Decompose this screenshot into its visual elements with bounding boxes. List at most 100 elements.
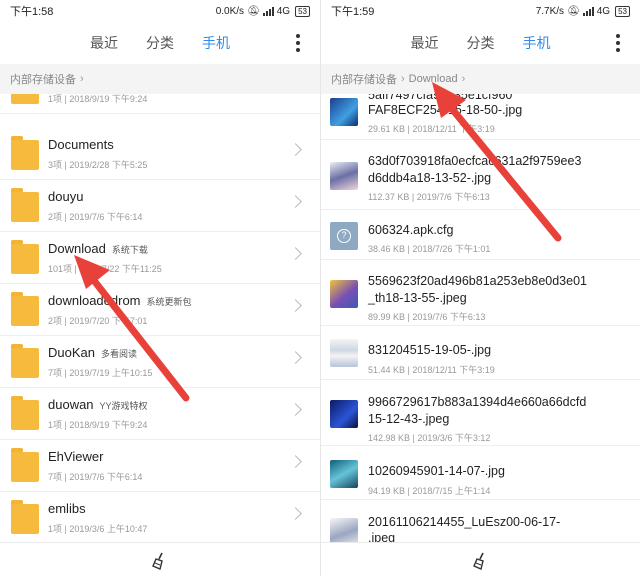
battery-icon: 53 <box>295 5 310 17</box>
list-item[interactable]: 20161106214455_LuEsz00-06-17- .jpeg <box>321 500 640 542</box>
chevron-right-icon <box>289 143 302 156</box>
top-tabs: 最近 分类 手机 <box>321 22 640 64</box>
status-indicators: 7.7K/s 🔕︎ 4G 53 <box>535 5 630 17</box>
tab-category[interactable]: 分类 <box>467 33 495 53</box>
chevron-right-icon <box>289 351 302 364</box>
breadcrumb: 内部存储设备 › Download › <box>321 64 640 94</box>
folder-icon <box>11 240 39 274</box>
folder-meta: 2项 | 2019/7/20 下午7:01 <box>48 316 148 326</box>
folder-name: Documents <box>48 137 114 152</box>
list-item[interactable]: EhViewer 7项 | 2019/7/6 下午6:14 <box>0 440 320 492</box>
bottom-toolbar <box>321 542 640 576</box>
more-icon[interactable] <box>616 34 620 52</box>
file-name-line1: 5aff7497cfa90d35e1cf960 <box>368 94 513 102</box>
folder-meta: 1项 | 2019/3/6 上午10:47 <box>48 524 148 534</box>
network-speed: 7.7K/s <box>535 5 565 17</box>
folder-meta: 101项 | 2019/7/22 下午11:25 <box>48 264 162 274</box>
left-phone-screen: 下午1:58 0.0K/s 🔕︎ 4G 53 最近 分类 手机 内部存储设备 ›… <box>0 0 320 576</box>
chevron-right-icon <box>289 247 302 260</box>
folder-icon <box>11 188 39 222</box>
file-meta: 38.46 KB | 2018/7/26 下午1:01 <box>368 244 491 254</box>
list-item[interactable]: 9966729617b883a1394d4e660a66dcfd 15-12-4… <box>321 380 640 446</box>
folder-name: EhViewer <box>48 449 104 464</box>
breadcrumb-item-internal-storage[interactable]: 内部存储设备 <box>10 71 76 87</box>
image-thumbnail <box>330 518 358 542</box>
breadcrumb-item-download[interactable]: Download <box>409 73 458 85</box>
status-bar: 下午1:58 0.0K/s 🔕︎ 4G 53 <box>0 0 320 22</box>
folder-name: Download 系统下载 <box>48 241 148 256</box>
file-meta: 89.99 KB | 2019/7/6 下午6:13 <box>368 312 486 322</box>
file-name-line1: 606324.apk.cfg <box>368 223 454 237</box>
image-thumbnail <box>330 400 358 428</box>
folder-icon <box>11 396 39 430</box>
chevron-right-icon: › <box>461 73 466 85</box>
file-name-line2: .jpeg <box>368 531 396 542</box>
broom-icon[interactable] <box>151 552 167 570</box>
file-name-line2: 15-12-43-.jpeg <box>368 412 450 426</box>
folder-icon <box>11 136 39 170</box>
file-list: 5aff7497cfa90d35e1cf960 FAF8ECF254-15-18… <box>321 94 640 542</box>
file-name-line1: 831204515-19-05-.jpg <box>368 343 492 357</box>
network-speed: 0.0K/s <box>215 5 245 17</box>
folder-icon <box>11 292 39 326</box>
folder-meta: 7项 | 2019/7/19 上午10:15 <box>48 368 153 378</box>
breadcrumb-item-internal-storage[interactable]: 内部存储设备 <box>331 71 397 87</box>
top-tabs: 最近 分类 手机 <box>0 22 320 64</box>
folder-tag: YY游戏特权 <box>99 401 148 411</box>
folder-name: downloadedrom 系统更新包 <box>48 293 192 308</box>
file-meta: 51.44 KB | 2018/12/11 下午3:19 <box>368 365 495 375</box>
list-item[interactable]: dcbest 1项 | 2018/9/19 下午9:24 <box>0 94 320 114</box>
list-item[interactable]: duowan YY游戏特权 1项 | 2018/9/19 下午9:24 <box>0 388 320 440</box>
list-item[interactable]: emlibs 1项 | 2019/3/6 上午10:47 <box>0 492 320 542</box>
file-name-line1: 9966729617b883a1394d4e660a66dcfd <box>368 395 587 409</box>
chevron-right-icon <box>289 455 302 468</box>
list-item[interactable]: 5aff7497cfa90d35e1cf960 FAF8ECF254-15-18… <box>321 94 640 140</box>
folder-tag: 系统更新包 <box>146 297 192 307</box>
list-item[interactable]: 831204515-19-05-.jpg 51.44 KB | 2018/12/… <box>321 326 640 380</box>
file-name-line1: 63d0f703918fa0ecfcac631a2f9759ee3 <box>368 154 582 168</box>
file-thumbnail: ? <box>330 222 358 250</box>
folder-meta: 2项 | 2019/7/6 下午6:14 <box>48 212 143 222</box>
image-thumbnail <box>330 339 358 367</box>
folder-meta: 1项 | 2018/9/19 下午9:24 <box>48 94 148 104</box>
folder-name: emlibs <box>48 501 86 516</box>
folder-icon <box>11 448 39 482</box>
file-meta: 94.19 KB | 2018/7/15 上午1:14 <box>368 486 491 496</box>
alarm-off-icon: 🔕︎ <box>567 5 580 17</box>
tab-category[interactable]: 分类 <box>146 33 174 53</box>
folder-icon <box>11 344 39 378</box>
folder-meta: 1项 | 2018/9/19 下午9:24 <box>48 420 148 430</box>
folder-icon <box>11 500 39 534</box>
image-thumbnail <box>330 280 358 308</box>
image-thumbnail <box>330 162 358 190</box>
list-item[interactable]: douyu 2项 | 2019/7/6 下午6:14 <box>0 180 320 232</box>
file-name-line1: 5569623f20ad496b81a253eb8e0d3e01 <box>368 274 587 288</box>
folder-tag: 系统下载 <box>111 245 148 255</box>
list-item[interactable]: 5569623f20ad496b81a253eb8e0d3e01 _th18-1… <box>321 260 640 326</box>
list-item[interactable]: Documents 3项 | 2019/2/28 下午5:25 <box>0 128 320 180</box>
chevron-right-icon <box>289 507 302 520</box>
list-item[interactable]: downloadedrom 系统更新包 2项 | 2019/7/20 下午7:01 <box>0 284 320 336</box>
tab-recent[interactable]: 最近 <box>411 33 439 53</box>
folder-list: dcbest 1项 | 2018/9/19 下午9:24 Documents 3… <box>0 94 320 542</box>
tab-phone[interactable]: 手机 <box>202 33 230 53</box>
breadcrumb: 内部存储设备 › <box>0 64 320 94</box>
folder-meta: 3项 | 2019/2/28 下午5:25 <box>48 160 148 170</box>
broom-icon[interactable] <box>472 552 488 570</box>
list-item[interactable]: DuoKan 多看阅读 7项 | 2019/7/19 上午10:15 <box>0 336 320 388</box>
alarm-off-icon: 🔕︎ <box>247 5 260 17</box>
chevron-right-icon <box>289 195 302 208</box>
status-indicators: 0.0K/s 🔕︎ 4G 53 <box>215 5 310 17</box>
list-item[interactable]: 10260945901-14-07-.jpg 94.19 KB | 2018/7… <box>321 446 640 500</box>
chevron-right-icon <box>289 299 302 312</box>
battery-icon: 53 <box>615 5 630 17</box>
signal-icon <box>262 6 274 16</box>
list-item[interactable]: 63d0f703918fa0ecfcac631a2f9759ee3 d6ddb4… <box>321 140 640 210</box>
status-time: 下午1:58 <box>10 6 54 18</box>
list-item[interactable]: Download 系统下载 101项 | 2019/7/22 下午11:25 <box>0 232 320 284</box>
list-item[interactable]: ? 606324.apk.cfg 38.46 KB | 2018/7/26 下午… <box>321 210 640 260</box>
gear-icon: ? <box>337 229 351 243</box>
more-icon[interactable] <box>296 34 300 52</box>
tab-phone[interactable]: 手机 <box>523 33 551 53</box>
tab-recent[interactable]: 最近 <box>90 33 118 53</box>
